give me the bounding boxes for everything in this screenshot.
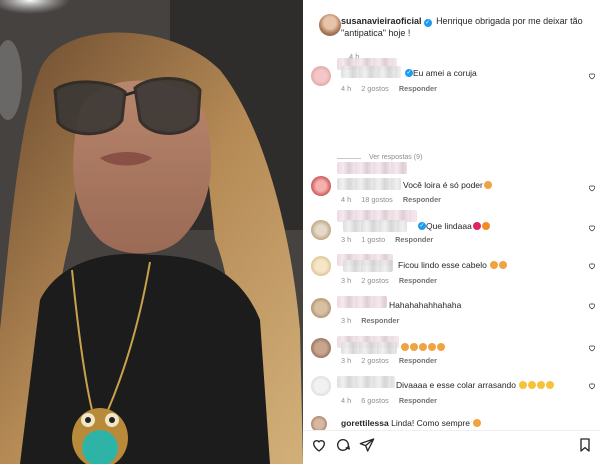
comment-text: Você loira é só poder (403, 180, 492, 190)
verified-badge-icon: ✓ (418, 222, 426, 230)
commenter-avatar[interactable] (311, 66, 331, 86)
comment-item: 3 h 2 gostos Responder (303, 334, 600, 374)
commenter-avatar[interactable] (311, 376, 331, 396)
heart-icon[interactable] (588, 184, 596, 192)
reply-button[interactable]: Responder (399, 396, 437, 405)
clap-emoji-icon (537, 381, 546, 389)
comment-item: Você loira é só poder 4 h 18 gostos Resp… (303, 160, 600, 204)
heart-eyes-emoji-icon (483, 181, 492, 189)
comment-likes[interactable]: 2 gostos (361, 84, 389, 93)
heart-icon[interactable] (588, 382, 596, 390)
comment-meta: 3 h 2 gostos Responder (341, 356, 445, 365)
heart-icon[interactable] (588, 224, 596, 232)
heart-icon[interactable] (588, 302, 596, 310)
comment-likes[interactable]: 6 gostos (361, 396, 389, 405)
commenter-avatar[interactable] (311, 298, 331, 318)
comment-text: Hahahahahhahaha (389, 300, 462, 310)
clap-emoji-icon (528, 381, 537, 389)
comment-time: 3 h (341, 235, 352, 244)
post-photo (0, 0, 303, 464)
commenter-avatar[interactable] (311, 256, 331, 276)
comment-item: ✓ Eu amei a coruja 4 h 2 gostos Responde… (303, 56, 600, 96)
comment-likes[interactable]: 2 gostos (361, 356, 389, 365)
comment-time: 3 h (341, 276, 352, 285)
blurred-username (343, 220, 407, 232)
heart-eyes-emoji-icon (428, 343, 436, 351)
commenter-avatar[interactable] (311, 220, 331, 240)
reply-button[interactable]: Responder (399, 84, 437, 93)
commenter-avatar[interactable] (311, 338, 331, 358)
blurred-username (337, 296, 387, 308)
comment-time: 4 h (341, 396, 352, 405)
comment-text: Ficou lindo esse cabelo (398, 260, 508, 270)
verified-badge-icon: ✓ (405, 69, 413, 77)
reply-button[interactable]: Responder (399, 276, 437, 285)
blurred-username (343, 260, 393, 272)
comment-meta: 4 h 18 gostos Responder (341, 195, 449, 204)
verified-badge-icon: ✓ (423, 19, 432, 27)
comment-item: Divaaaa e esse colar arrasando 4 h 6 gos… (303, 372, 600, 412)
heart-icon[interactable] (311, 437, 327, 453)
heart-icon[interactable] (588, 72, 596, 80)
divider-line (337, 158, 361, 159)
reply-button[interactable]: Responder (361, 316, 399, 325)
reply-button[interactable]: Responder (395, 235, 433, 244)
comment-meta: 4 h 2 gostos Responder (341, 84, 445, 93)
author-avatar[interactable] (319, 14, 341, 36)
blurred-username (337, 376, 395, 388)
clap-emoji-icon (519, 381, 528, 389)
post-caption: susanavieiraoficial ✓ Henrique obrigada p… (311, 8, 596, 61)
heart-eyes-emoji-icon (401, 343, 409, 351)
comment-likes[interactable]: 2 gostos (361, 276, 389, 285)
blurred-username (341, 66, 401, 78)
commenter-avatar[interactable] (311, 176, 331, 196)
blurred-username (341, 342, 397, 354)
red-heart-emoji-icon (472, 222, 481, 230)
comment-icon[interactable] (335, 437, 351, 453)
comment-item: gorettilessa Linda! Como sempre (303, 414, 600, 432)
action-bar (303, 430, 600, 464)
comment-time: 4 h (341, 84, 352, 93)
heart-eyes-emoji-icon (437, 343, 445, 351)
clap-emoji-icon (546, 381, 555, 389)
comment-meta: 4 h 6 gostos Responder (341, 396, 445, 405)
heart-eyes-emoji-icon (473, 419, 482, 427)
comment-item: Ficou lindo esse cabelo 3 h 2 gostos Res… (303, 252, 600, 292)
caption-text: susanavieiraoficial ✓ Henrique obrigada p… (341, 16, 591, 39)
heart-eyes-emoji-icon (410, 343, 418, 351)
blurred-username (337, 162, 407, 174)
reply-button[interactable]: Responder (399, 356, 437, 365)
comment-text: Que lindaaa (426, 221, 490, 231)
blurred-username (337, 178, 401, 190)
comment-time: 3 h (341, 316, 352, 325)
comment-time: 4 h (341, 195, 352, 204)
comment-meta: 3 h 1 gosto Responder (341, 235, 441, 244)
comment-text: Divaaaa e esse colar arrasando (396, 380, 555, 390)
heart-eyes-emoji-icon (419, 343, 427, 351)
heart-icon[interactable] (588, 344, 596, 352)
reply-button[interactable]: Responder (403, 195, 441, 204)
comment-emojis (400, 342, 445, 352)
fire-emoji-icon (481, 222, 490, 230)
comments-panel: susanavieiraoficial ✓ Henrique obrigada p… (303, 0, 600, 464)
heart-eyes-emoji-icon (490, 261, 499, 269)
photo-illustration (0, 0, 303, 464)
heart-icon[interactable] (588, 262, 596, 270)
comment-text: gorettilessa Linda! Como sempre (341, 418, 482, 428)
comment-meta: 3 h 2 gostos Responder (341, 276, 445, 285)
comment-likes[interactable]: 1 gosto (361, 235, 385, 244)
bookmark-icon[interactable] (577, 437, 593, 453)
author-username[interactable]: susanavieiraoficial (341, 16, 422, 26)
comment-text: Eu amei a coruja (413, 68, 477, 78)
heart-eyes-emoji-icon (499, 261, 508, 269)
comment-item: Hahahahahhahaha 3 h Responder (303, 294, 600, 334)
share-icon[interactable] (359, 437, 375, 453)
comment-meta: 3 h Responder (341, 316, 407, 325)
comment-likes[interactable]: 18 gostos (361, 195, 393, 204)
comment-item: ✓ Que lindaaa 3 h 1 gosto Responder (303, 206, 600, 246)
commenter-username[interactable]: gorettilessa (341, 418, 389, 428)
comment-time: 3 h (341, 356, 352, 365)
